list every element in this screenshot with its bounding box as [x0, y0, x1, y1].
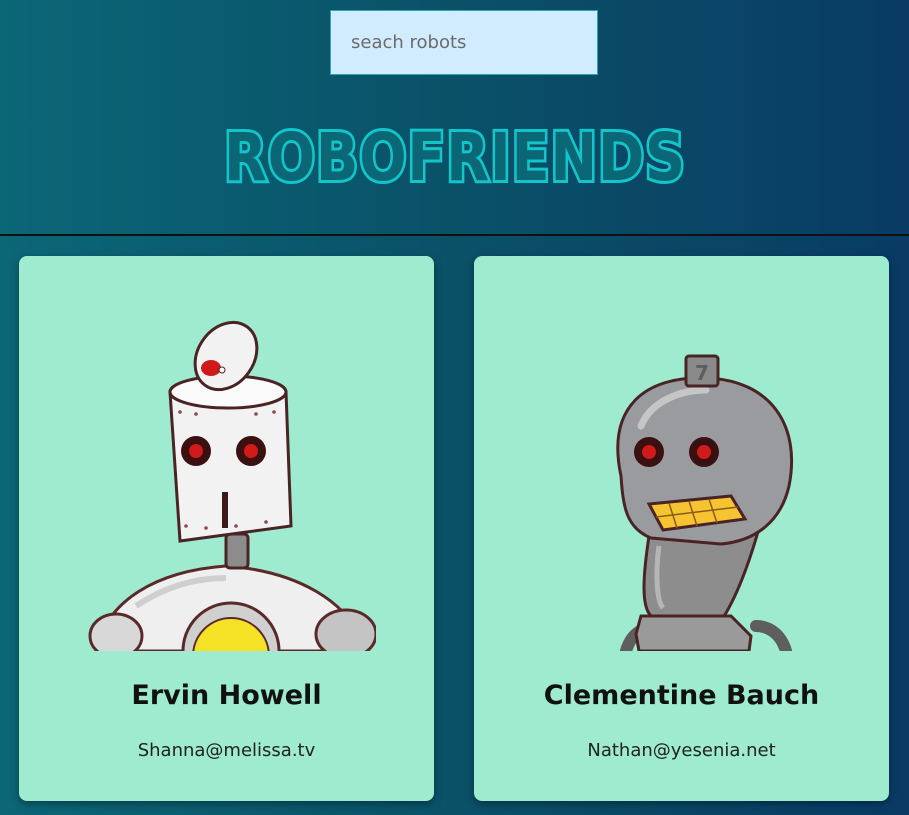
- svg-text:7: 7: [695, 361, 709, 385]
- robot-avatar-icon: 7: [616, 354, 794, 651]
- robot-avatar-icon: [88, 320, 376, 651]
- robot-card[interactable]: 7 Clementine Bauch Nathan@yesenia.net: [474, 256, 889, 801]
- robot-card[interactable]: Ervin Howell Shanna@melissa.tv: [19, 256, 434, 801]
- page-title: ROBOFRIENDS: [0, 118, 909, 194]
- robot-email: Nathan@yesenia.net: [587, 740, 776, 761]
- header: ROBOFRIENDS: [0, 0, 909, 236]
- robot-name: Ervin Howell: [131, 680, 322, 711]
- search-input[interactable]: [330, 10, 598, 75]
- title-text: ROBOFRIENDS: [224, 119, 686, 190]
- robot-email: Shanna@melissa.tv: [137, 740, 316, 761]
- robot-name: Clementine Bauch: [543, 680, 820, 711]
- title-logo: ROBOFRIENDS: [221, 118, 688, 190]
